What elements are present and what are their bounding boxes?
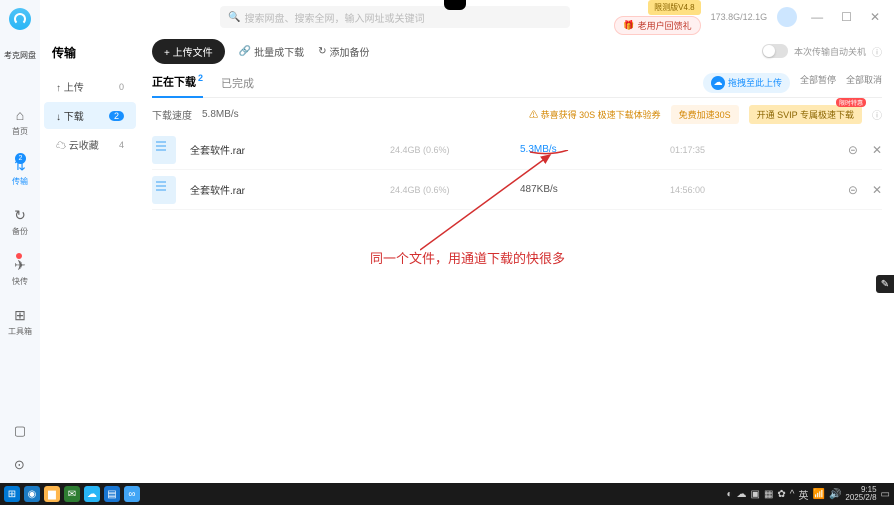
notification-icon[interactable]: ▭ bbox=[881, 489, 890, 500]
clock[interactable]: 9:152025/2/8 bbox=[845, 486, 876, 502]
help-icon[interactable]: ⊙ bbox=[14, 457, 26, 473]
tabs: 正在下载2 已完成 ☁拖拽至此上传 全部暂停 全部取消 bbox=[152, 68, 882, 98]
window-min[interactable]: — bbox=[807, 10, 827, 24]
file-size: 24.4GB (0.6%) bbox=[390, 145, 520, 155]
nav-sidebar: 考克网盘 ⌂首页 2⇅传输 ↻备份 ✈快传 ⊞工具箱 ▢ ⊙ bbox=[0, 0, 40, 483]
upload-icon: ↑ bbox=[56, 83, 61, 94]
file-speed: 5.3MB/s bbox=[520, 144, 670, 155]
annotation-text: 同一个文件，用通道下载的快很多 bbox=[370, 248, 565, 267]
nav-transfer[interactable]: 2⇅传输 bbox=[12, 157, 28, 187]
wifi-icon[interactable]: 📶 bbox=[813, 489, 825, 500]
app-icon-2[interactable]: ▤ bbox=[104, 486, 120, 502]
dot bbox=[16, 253, 22, 259]
tools-icon: ⊞ bbox=[12, 307, 28, 323]
tab-downloading[interactable]: 正在下载2 bbox=[152, 67, 203, 98]
topbar: 🔍 搜索网盘、搜索全网，输入网址或关键词 限测版V4.8 🎁老用户回馈礼 173… bbox=[40, 0, 894, 34]
edge-icon[interactable]: ◉ bbox=[24, 486, 40, 502]
search-input[interactable]: 🔍 搜索网盘、搜索全网，输入网址或关键词 bbox=[220, 6, 570, 28]
file-name: 全套软件.rar bbox=[190, 182, 390, 197]
speed-value: 5.8MB/s bbox=[202, 109, 239, 120]
sub-upload[interactable]: ↑ 上传0 bbox=[44, 73, 136, 100]
plane-icon: ✈ bbox=[12, 257, 28, 273]
pause-all[interactable]: 全部暂停 bbox=[800, 73, 836, 93]
sub-download[interactable]: ↓ 下载2 bbox=[44, 102, 136, 129]
ime-label[interactable]: 英 bbox=[799, 487, 809, 502]
tray-icon[interactable]: ✿ bbox=[777, 489, 785, 500]
taskbar[interactable]: ⊞ ◉ ▆ ✉ ☁ ▤ ∞ ◐ ☁ ▣ ▦ ✿ ^ 英 📶 🔊 9:152025… bbox=[0, 483, 894, 505]
close-icon[interactable]: ✕ bbox=[872, 143, 882, 157]
batch-download-link[interactable]: 🔗批量成下载 bbox=[239, 44, 304, 59]
close-icon[interactable]: ✕ bbox=[872, 183, 882, 197]
download-icon: ↓ bbox=[56, 112, 61, 123]
chevron-up-icon[interactable]: ^ bbox=[790, 489, 795, 500]
app-icon[interactable]: ☁ bbox=[84, 486, 100, 502]
promo-warn: ⚠ 恭喜获得 30S 极速下载体验券 bbox=[529, 108, 661, 121]
cloud-upload-icon: ☁ bbox=[711, 76, 725, 90]
toggle-label: 本次传输自动关机 bbox=[794, 45, 866, 58]
sub-cloud[interactable]: ☁ 云收藏4 bbox=[44, 131, 136, 158]
explorer-icon[interactable]: ▆ bbox=[44, 486, 60, 502]
tray-icon[interactable]: ▣ bbox=[751, 489, 760, 500]
badge: 2 bbox=[15, 153, 26, 164]
tab-done[interactable]: 已完成 bbox=[221, 69, 254, 97]
file-icon bbox=[152, 136, 176, 164]
file-time: 14:56:00 bbox=[670, 185, 848, 195]
download-row: 全套软件.rar 24.4GB (0.6%) 487KB/s 14:56:00 … bbox=[152, 170, 882, 210]
free-boost-button[interactable]: 免费加速30S bbox=[671, 105, 739, 124]
storage-label: 173.8G/12.1G bbox=[711, 12, 768, 22]
tray-icon[interactable]: ▦ bbox=[764, 489, 773, 500]
link-icon: 🔗 bbox=[239, 46, 251, 57]
file-name: 全套软件.rar bbox=[190, 142, 390, 157]
nav-tools[interactable]: ⊞工具箱 bbox=[8, 307, 32, 337]
backup-icon: ↻ bbox=[12, 207, 28, 223]
pause-icon[interactable]: ⊝ bbox=[848, 183, 858, 197]
toolbar: + 上传文件 🔗批量成下载 ↻添加备份 本次传输自动关机 ⓘ bbox=[152, 34, 882, 68]
download-row: 全套软件.rar 24.4GB (0.6%) 5.3MB/s 01:17:35 … bbox=[152, 130, 882, 170]
nav-send[interactable]: ✈快传 bbox=[12, 257, 28, 287]
info-icon[interactable]: ⓘ bbox=[872, 107, 882, 122]
window-close[interactable]: ✕ bbox=[866, 10, 884, 24]
wechat-icon[interactable]: ✉ bbox=[64, 486, 80, 502]
svip-button[interactable]: 开通 SVIP 专属极速下载限时特惠 bbox=[749, 105, 862, 124]
cancel-all[interactable]: 全部取消 bbox=[846, 73, 882, 93]
avatar[interactable] bbox=[777, 7, 797, 27]
app-icon-3[interactable]: ∞ bbox=[124, 486, 140, 502]
sub-sidebar: 传输 ↑ 上传0 ↓ 下载2 ☁ 云收藏4 bbox=[40, 34, 140, 483]
window-max[interactable]: ☐ bbox=[837, 10, 856, 24]
brand-label: 考克网盘 bbox=[4, 50, 36, 61]
speed-bar: 下载速度 5.8MB/s ⚠ 恭喜获得 30S 极速下载体验券 免费加速30S … bbox=[152, 98, 882, 130]
upload-button[interactable]: + 上传文件 bbox=[152, 39, 225, 64]
sub-title: 传输 bbox=[40, 40, 140, 71]
tray-icon[interactable]: ☁ bbox=[737, 489, 747, 500]
file-time: 01:17:35 bbox=[670, 145, 848, 155]
drag-upload-chip[interactable]: ☁拖拽至此上传 bbox=[703, 73, 790, 93]
camera-notch bbox=[444, 0, 466, 10]
phone-icon[interactable]: ▢ bbox=[14, 423, 26, 439]
shutdown-toggle[interactable] bbox=[762, 44, 788, 58]
nav-backup[interactable]: ↻备份 bbox=[12, 207, 28, 237]
file-size: 24.4GB (0.6%) bbox=[390, 185, 520, 195]
feedback-pin[interactable]: ✎ bbox=[876, 275, 894, 293]
nav-home[interactable]: ⌂首页 bbox=[12, 107, 28, 137]
sale-tag: 限时特惠 bbox=[836, 98, 866, 107]
start-icon[interactable]: ⊞ bbox=[4, 486, 20, 502]
search-icon: 🔍 bbox=[228, 12, 240, 23]
cloud-icon: ☁ bbox=[56, 141, 66, 152]
file-icon bbox=[152, 176, 176, 204]
file-speed: 487KB/s bbox=[520, 184, 670, 195]
tray-icon[interactable]: ◐ bbox=[726, 489, 732, 500]
app-logo-icon bbox=[9, 8, 31, 30]
volume-icon[interactable]: 🔊 bbox=[829, 489, 841, 500]
gift-button[interactable]: 🎁老用户回馈礼 bbox=[614, 16, 700, 35]
info-icon[interactable]: ⓘ bbox=[872, 44, 882, 59]
add-backup-link[interactable]: ↻添加备份 bbox=[318, 44, 369, 59]
speed-label: 下载速度 bbox=[152, 107, 192, 122]
pause-icon[interactable]: ⊝ bbox=[848, 143, 858, 157]
refresh-icon: ↻ bbox=[318, 46, 326, 57]
home-icon: ⌂ bbox=[12, 107, 28, 123]
version-tag: 限测版V4.8 bbox=[648, 0, 700, 15]
